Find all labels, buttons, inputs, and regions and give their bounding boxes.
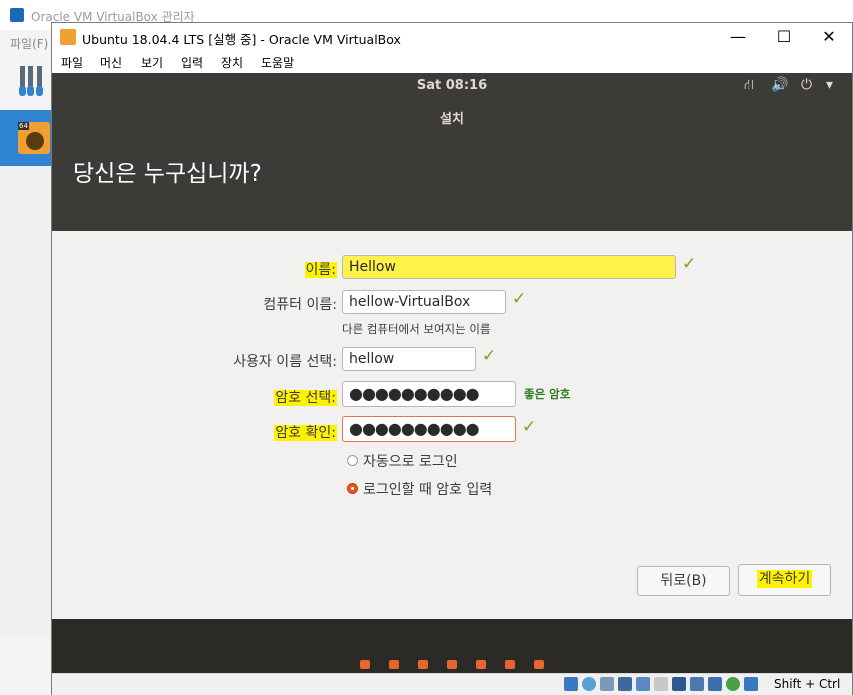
confirm-password-check-icon: ✓ (522, 417, 537, 437)
host-key-label: Shift + Ctrl (774, 677, 841, 691)
system-menu-arrow-icon[interactable]: ▾ (826, 77, 833, 93)
vt-x-icon[interactable] (708, 677, 722, 691)
minimize-button[interactable]: — (715, 23, 761, 51)
mouse-integration-icon[interactable] (726, 677, 740, 691)
name-label: 이름: (304, 262, 337, 278)
continue-button[interactable]: 계속하기 (738, 564, 831, 596)
vm-statusbar: Shift + Ctrl (52, 673, 852, 695)
optical-drive-icon[interactable] (582, 677, 596, 691)
maximize-button[interactable]: ☐ (761, 23, 807, 51)
page-title: 당신은 누구십니까? (73, 161, 262, 187)
power-icon[interactable]: ⏻ (801, 77, 812, 93)
guest-display[interactable]: Sat 08:16 ⛙ 🔊 ⏻ ▾ 설치 당신은 누구십니까? 이름: Hell… (52, 73, 852, 673)
auto-login-label[interactable]: 자동으로 로그인 (363, 451, 458, 471)
progress-dot (476, 660, 486, 669)
close-button[interactable]: ✕ (806, 23, 852, 51)
clock[interactable]: Sat 08:16 (52, 78, 852, 93)
require-password-label[interactable]: 로그인할 때 암호 입력 (363, 479, 492, 499)
vm-arch-badge: 64 (18, 122, 29, 130)
computer-name-check-icon: ✓ (512, 289, 527, 309)
installer-dialog: 설치 당신은 누구십니까? 이름: Hellow ✓ 컴퓨터 이름: hello… (52, 99, 852, 619)
usb-icon[interactable] (636, 677, 650, 691)
auto-login-radio[interactable] (347, 455, 358, 466)
vm-menubar: 파일 머신 보기 입력 장치 도움말 (52, 51, 852, 73)
name-input[interactable]: Hellow (342, 255, 676, 279)
menu-file[interactable]: 파일 (61, 54, 83, 71)
progress-dot (389, 660, 399, 669)
vm-titlebar: Ubuntu 18.04.4 LTS [실행 중] - Oracle VM Vi… (52, 23, 852, 51)
vm-window: Ubuntu 18.04.4 LTS [실행 중] - Oracle VM Vi… (51, 22, 853, 695)
progress-dot (418, 660, 428, 669)
username-label: 사용자 이름 선택: (233, 354, 337, 370)
manager-menu-file[interactable]: 파일(F) (10, 35, 48, 52)
keyboard-capture-icon[interactable] (744, 677, 758, 691)
username-check-icon: ✓ (482, 346, 497, 366)
tools-icon[interactable] (18, 64, 50, 98)
network-adapter-icon[interactable] (618, 677, 632, 691)
vm-list-item-ubuntu[interactable]: 64 (0, 110, 52, 166)
computer-name-input[interactable]: hellow-VirtualBox (342, 290, 506, 314)
vm-window-title: Ubuntu 18.04.4 LTS [실행 중] - Oracle VM Vi… (82, 32, 401, 47)
progress-dot (534, 660, 544, 669)
volume-icon[interactable]: 🔊 (771, 77, 788, 93)
menu-machine[interactable]: 머신 (100, 54, 122, 71)
shared-folders-icon[interactable] (654, 677, 668, 691)
require-password-radio[interactable] (347, 483, 358, 494)
computer-name-label: 컴퓨터 이름: (263, 297, 337, 313)
name-check-icon: ✓ (682, 254, 697, 274)
password-input[interactable]: ●●●●●●●●●● (342, 381, 516, 407)
password-label: 암호 선택: (274, 390, 337, 406)
confirm-password-label: 암호 확인: (274, 425, 337, 441)
menu-help[interactable]: 도움말 (261, 54, 294, 71)
manager-menu[interactable]: 파일(F) (0, 32, 50, 54)
virtualbox-icon (10, 8, 24, 22)
vm-app-icon (60, 29, 76, 45)
installer-window-title: 설치 (440, 112, 464, 127)
manager-sidebar (0, 166, 53, 638)
menu-devices[interactable]: 장치 (221, 54, 243, 71)
audio-icon[interactable] (600, 677, 614, 691)
menu-input[interactable]: 입력 (181, 54, 203, 71)
hard-disk-icon[interactable] (564, 677, 578, 691)
password-strength: 좋은 암호 (524, 387, 571, 401)
installer-progress-area (52, 619, 852, 673)
progress-dot (447, 660, 457, 669)
back-button[interactable]: 뒤로(B) (637, 566, 730, 596)
computer-name-hint: 다른 컴퓨터에서 보여지는 이름 (342, 322, 491, 336)
display-icon[interactable] (672, 677, 686, 691)
recording-icon[interactable] (690, 677, 704, 691)
confirm-password-input[interactable]: ●●●●●●●●●● (342, 416, 516, 442)
ubuntu-top-bar: Sat 08:16 ⛙ 🔊 ⏻ ▾ (52, 73, 852, 99)
menu-view[interactable]: 보기 (141, 54, 163, 71)
username-input[interactable]: hellow (342, 347, 476, 371)
progress-dot (505, 660, 515, 669)
network-icon[interactable]: ⛙ (744, 77, 754, 95)
progress-dot (360, 660, 370, 669)
installer-header: 설치 당신은 누구십니까? (52, 99, 852, 231)
